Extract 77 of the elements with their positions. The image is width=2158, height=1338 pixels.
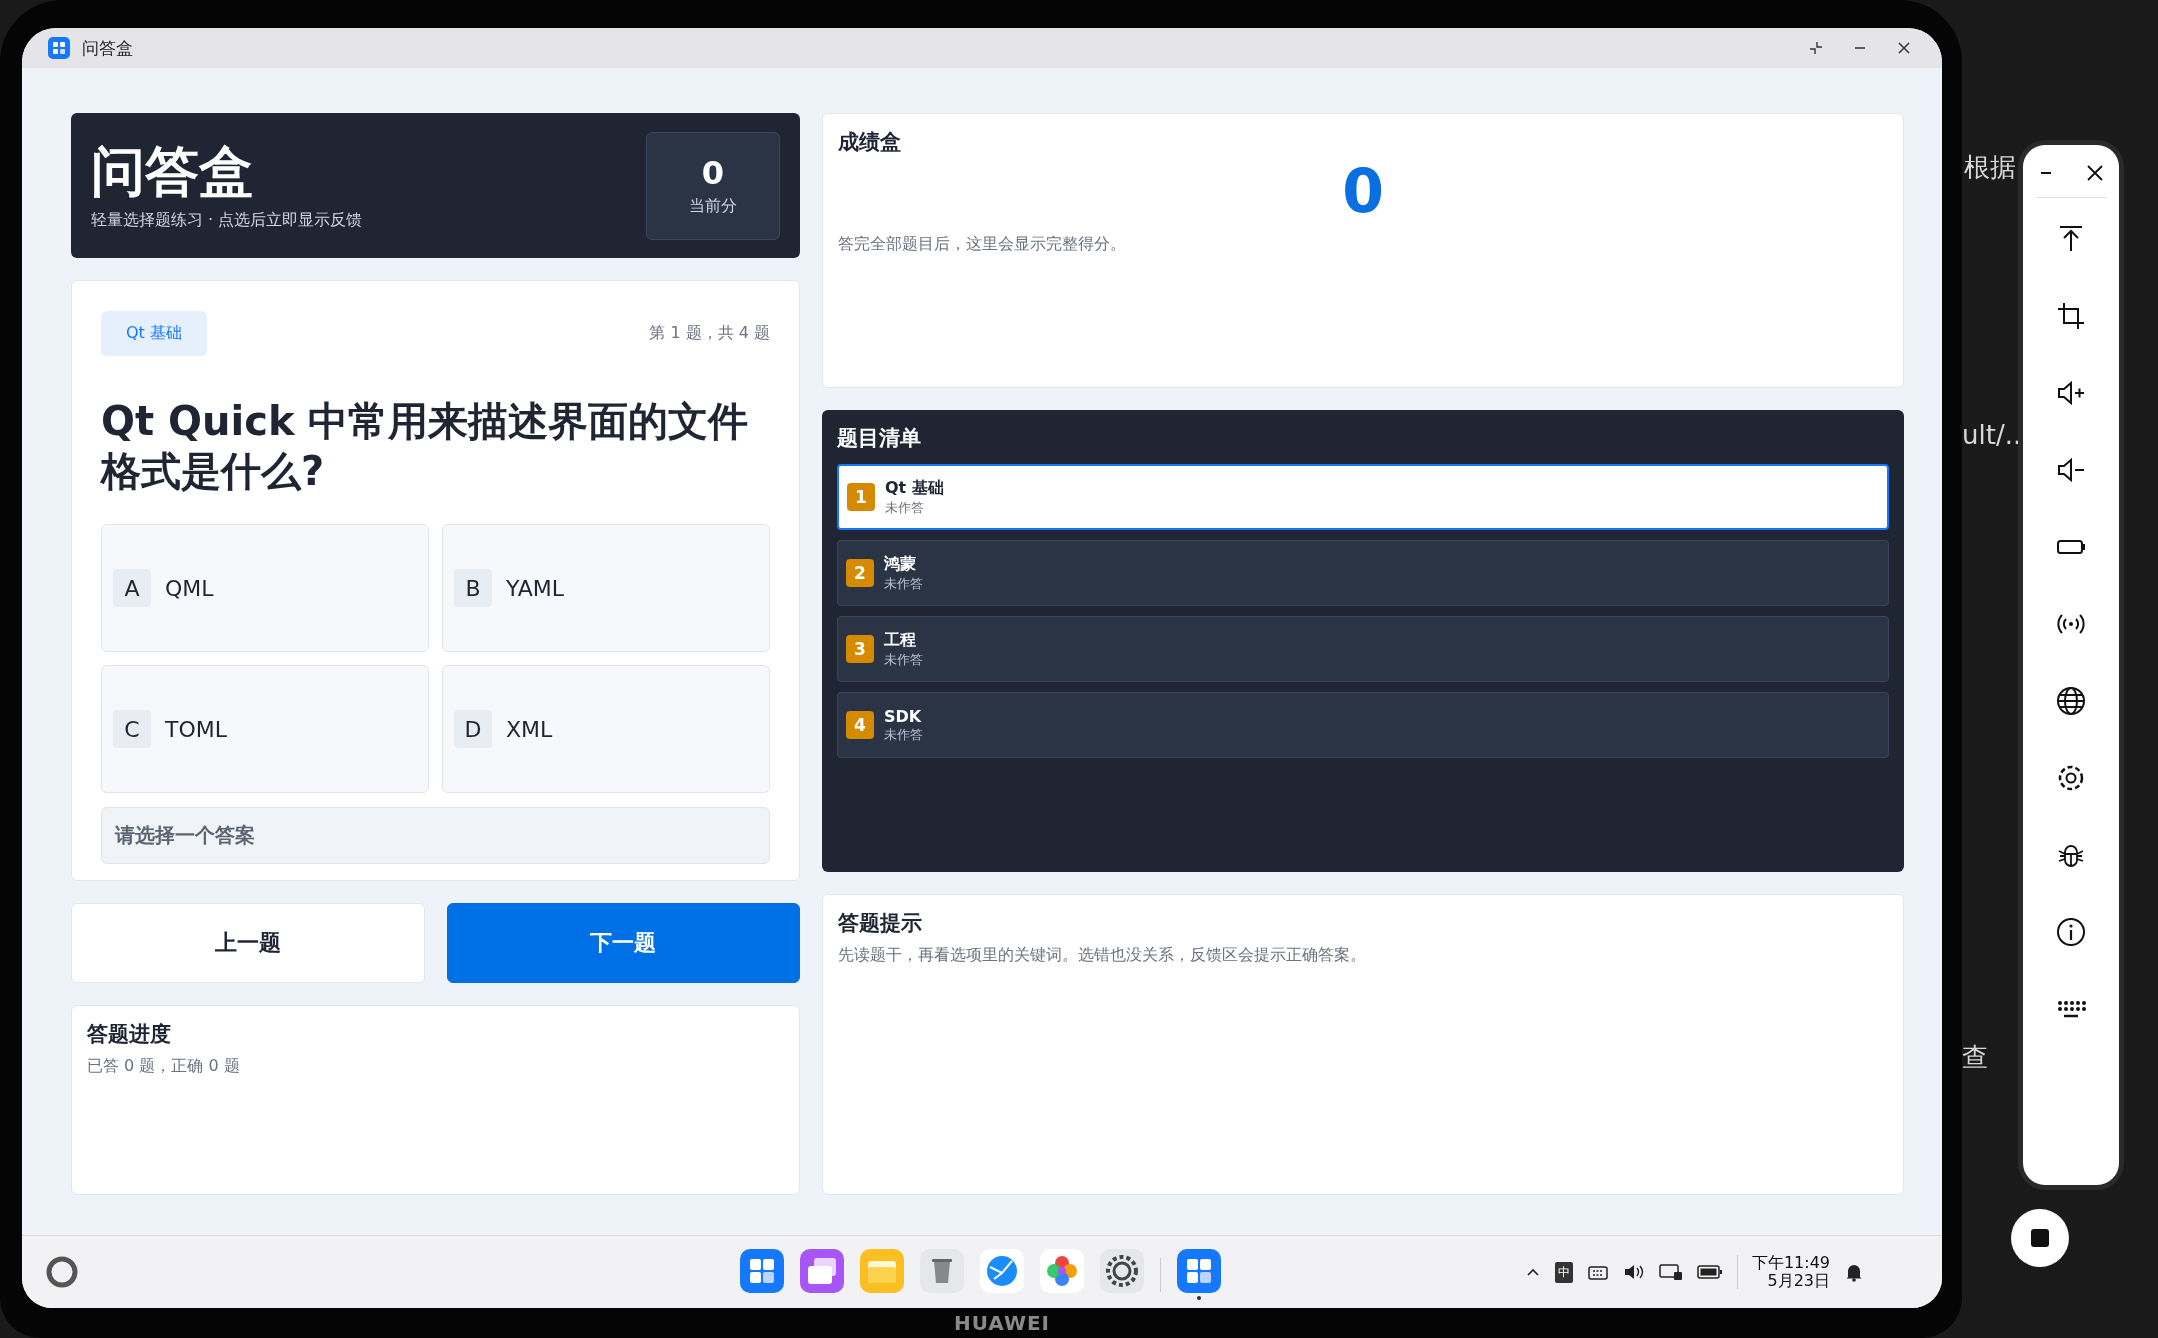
flower-app-icon[interactable] (1040, 1249, 1084, 1293)
background-text: 根据 (1964, 151, 2016, 184)
next-button[interactable]: 下一题 (446, 903, 800, 983)
number-badge: 4 (846, 711, 874, 739)
device-brand: HUAWEI (952, 1310, 1052, 1337)
card-title: 成绩盒 (838, 129, 902, 156)
option-letter: C (113, 710, 151, 748)
background-text: ult/.. (1962, 420, 2022, 450)
answer-option[interactable]: D XML (442, 665, 770, 793)
clock-time: 下午11:49 (1751, 1254, 1830, 1272)
stop-button[interactable] (2011, 1209, 2069, 1267)
clock-date: 5月23日 (1767, 1272, 1830, 1290)
option-letter: B (454, 569, 492, 607)
card-title: 答题提示 (838, 910, 923, 937)
globe-icon[interactable] (2055, 685, 2087, 717)
progress-text: 已答 0 题，正确 0 题 (87, 1056, 241, 1077)
question-list-item[interactable]: 2 鸿蒙 未作答 (837, 540, 1889, 606)
question-text: Qt Quick 中常用来描述界面的文件格式是什么? (101, 397, 750, 496)
number-badge: 3 (846, 635, 874, 663)
total-score: 0 (1341, 156, 1385, 226)
question-list-item[interactable]: 1 Qt 基础 未作答 (837, 464, 1889, 530)
restore-icon[interactable] (1808, 40, 1824, 56)
option-text: YAML (506, 575, 565, 601)
monitor-icon[interactable] (1658, 1263, 1683, 1281)
hint-text: 先读题干，再看选项里的关键词。选错也没关系，反馈区会提示正确答案。 (838, 945, 1367, 966)
option-text: TOML (165, 716, 227, 742)
option-text: XML (506, 716, 553, 742)
close-icon[interactable] (2085, 163, 2105, 183)
item-status: 未作答 (885, 498, 925, 517)
input-method-indicator[interactable]: 中 (1554, 1261, 1573, 1283)
score-label: 当前分 (689, 196, 737, 217)
item-title: SDK (884, 706, 923, 726)
subtitle: 轻量选择题练习 · 点选后立即显示反馈 (91, 210, 364, 232)
item-status: 未作答 (884, 650, 923, 669)
app-heading: 问答盒 (91, 139, 254, 205)
number-badge: 1 (847, 483, 875, 511)
score-note: 答完全部题目后，这里会显示完整得分。 (838, 234, 1127, 255)
stop-icon (2030, 1228, 2050, 1248)
number-badge: 2 (846, 559, 874, 587)
current-score: 0 (701, 154, 725, 192)
keyboard-icon[interactable] (1586, 1263, 1609, 1281)
bell-icon[interactable] (1844, 1262, 1864, 1282)
crop-icon[interactable] (2055, 300, 2087, 332)
background-text: 查 (1962, 1041, 1988, 1074)
windows-app-icon[interactable] (800, 1249, 844, 1293)
ring-icon[interactable] (44, 1254, 80, 1290)
item-title: 鸿蒙 (884, 553, 917, 575)
panel-title: 题目清单 (837, 425, 922, 452)
previous-button[interactable]: 上一题 (71, 903, 425, 983)
grid-app-icon[interactable] (1177, 1249, 1221, 1293)
question-list-item[interactable]: 4 SDK 未作答 (837, 692, 1889, 758)
option-text: QML (165, 575, 214, 601)
answer-option[interactable]: C TOML (101, 665, 429, 793)
grid-app-icon (48, 37, 70, 59)
item-status: 未作答 (884, 725, 923, 744)
item-title: 工程 (884, 629, 917, 651)
window-title: 问答盒 (82, 36, 133, 60)
globe-app-icon[interactable] (980, 1249, 1024, 1293)
card-title: 答题进度 (87, 1021, 172, 1048)
item-title: Qt 基础 (885, 477, 944, 499)
option-letter: D (454, 710, 492, 748)
info-icon[interactable] (2055, 916, 2087, 948)
answer-option[interactable]: A QML (101, 524, 429, 652)
gear-app-icon[interactable] (1100, 1249, 1144, 1293)
battery-icon (1696, 1264, 1723, 1280)
trash-app-icon[interactable] (920, 1249, 964, 1293)
grid-app-icon[interactable] (740, 1249, 784, 1293)
answer-option[interactable]: B YAML (442, 524, 770, 652)
item-status: 未作答 (884, 574, 923, 593)
close-icon[interactable] (1896, 40, 1912, 56)
question-counter: 第 1 题，共 4 题 (649, 323, 770, 344)
option-letter: A (113, 569, 151, 607)
speaker-icon[interactable] (1622, 1263, 1645, 1281)
running-dot (1197, 1296, 1201, 1300)
category-tag: Qt 基础 (101, 311, 207, 356)
feedback-message: 请选择一个答案 (101, 807, 770, 864)
question-list-item[interactable]: 3 工程 未作答 (837, 616, 1889, 682)
